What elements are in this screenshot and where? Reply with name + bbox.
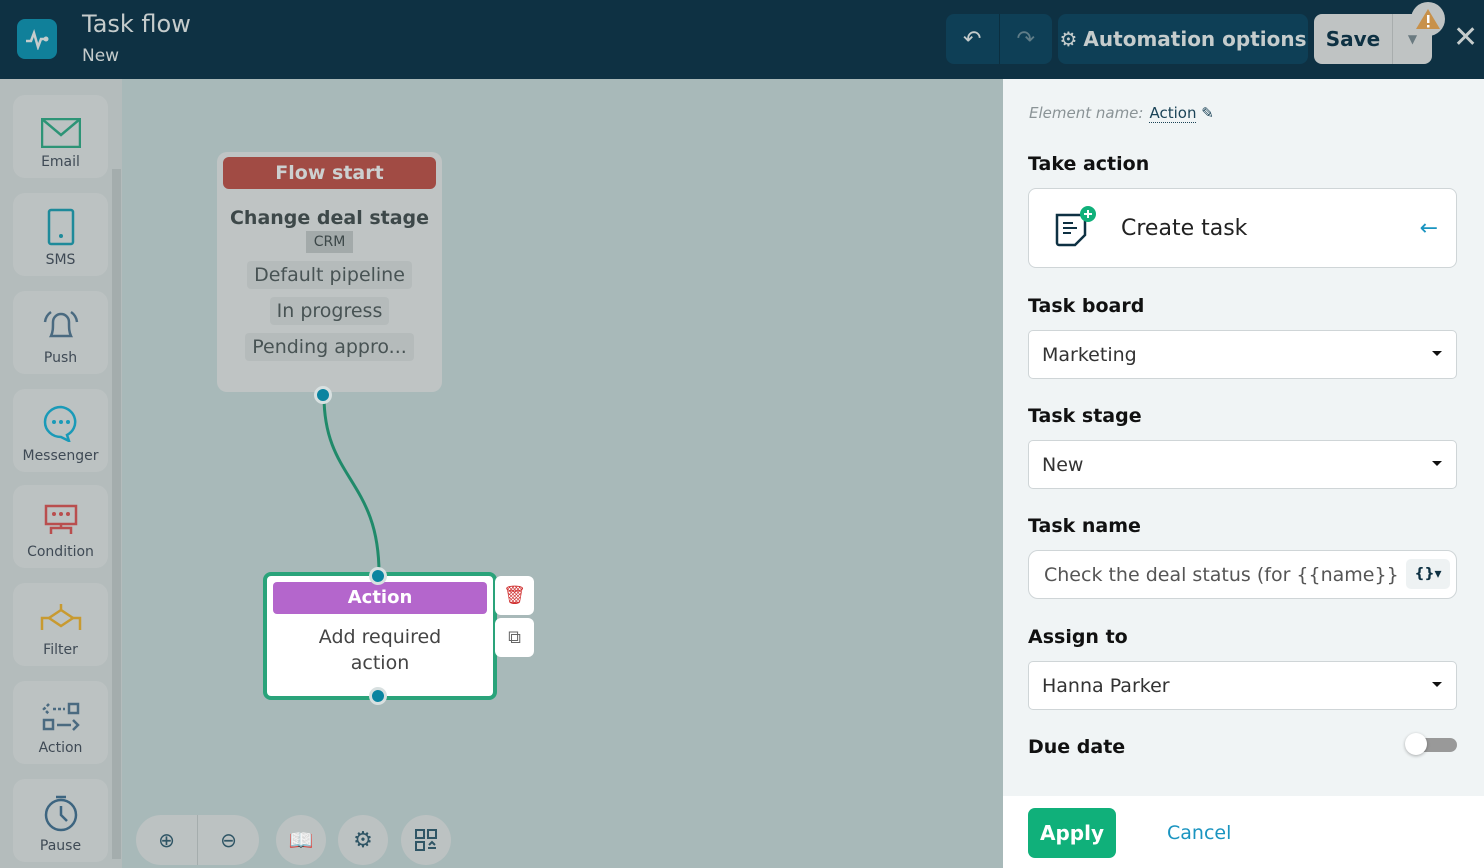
- task-stage-select[interactable]: New: [1028, 440, 1457, 489]
- pencil-icon[interactable]: ✎: [1201, 104, 1214, 122]
- save-button[interactable]: Save: [1314, 27, 1392, 51]
- take-action-selector[interactable]: Create task ←: [1028, 188, 1457, 268]
- task-board-select[interactable]: Marketing: [1028, 330, 1457, 379]
- copy-icon: ⧉: [508, 627, 521, 648]
- caret-down-icon: [1432, 351, 1442, 356]
- cancel-button[interactable]: Cancel: [1167, 822, 1231, 844]
- delete-node-button[interactable]: 🗑: [495, 576, 534, 615]
- task-name-label: Task name: [1028, 515, 1141, 537]
- trash-icon: 🗑: [503, 585, 526, 606]
- apply-button[interactable]: Apply: [1028, 808, 1116, 858]
- task-stage-label: Task stage: [1028, 405, 1142, 427]
- layout-icon[interactable]: [401, 815, 451, 865]
- duplicate-node-button[interactable]: ⧉: [495, 618, 534, 657]
- redo-button[interactable]: ↷: [1000, 27, 1053, 52]
- stage-to-chip: Pending appro...: [245, 333, 414, 361]
- book-icon[interactable]: 📖: [276, 815, 326, 865]
- settings-panel: Element name: Action ✎ Take action Create…: [1003, 79, 1484, 868]
- output-port[interactable]: [314, 386, 332, 404]
- task-board-label: Task board: [1028, 295, 1145, 317]
- connector-line: [322, 395, 381, 577]
- take-action-label: Take action: [1028, 153, 1150, 175]
- pipeline-chip: Default pipeline: [247, 261, 412, 289]
- flow-start-header: Flow start: [223, 157, 436, 189]
- due-date-toggle[interactable]: [1405, 733, 1457, 755]
- zoom-out-icon[interactable]: ⊖: [198, 828, 259, 852]
- crm-badge: CRM: [305, 231, 354, 253]
- element-name-value[interactable]: Action: [1149, 104, 1197, 123]
- zoom-in-icon[interactable]: ⊕: [136, 828, 197, 852]
- panel-footer: Apply Cancel: [1003, 796, 1484, 868]
- action-node[interactable]: Action Add required action: [263, 572, 497, 700]
- take-action-value: Create task: [1121, 215, 1248, 241]
- element-name: Element name: Action ✎: [1029, 104, 1214, 123]
- input-port[interactable]: [369, 567, 387, 585]
- caret-down-icon: [1432, 682, 1442, 687]
- back-arrow-icon[interactable]: ←: [1420, 216, 1438, 241]
- assign-to-select[interactable]: Hanna Parker: [1028, 661, 1457, 710]
- trigger-title: Change deal stage CRM: [217, 207, 442, 253]
- close-icon[interactable]: ✕: [1453, 20, 1478, 55]
- action-node-header: Action: [273, 582, 487, 614]
- action-node-body: Add required action: [318, 626, 442, 674]
- settings-gear-icon[interactable]: ⚙: [338, 815, 388, 865]
- assign-to-label: Assign to: [1028, 626, 1128, 648]
- variable-insert-button[interactable]: {}▾: [1406, 559, 1450, 589]
- warning-icon[interactable]: [1411, 2, 1445, 36]
- zoom-controls: ⊕ ⊖: [136, 815, 259, 865]
- task-name-input[interactable]: Check the deal status (for {{name}} ) {}…: [1028, 550, 1457, 599]
- flow-start-node[interactable]: Flow start Change deal stage CRM Default…: [217, 152, 442, 392]
- output-port[interactable]: [369, 687, 387, 705]
- stage-from-chip: In progress: [269, 297, 390, 325]
- caret-down-icon: [1432, 461, 1442, 466]
- due-date-label: Due date: [1028, 736, 1126, 758]
- automation-options-button[interactable]: ⚙ Automation options: [1058, 14, 1308, 64]
- gear-icon: ⚙: [1059, 27, 1078, 51]
- create-task-icon: [1055, 206, 1096, 247]
